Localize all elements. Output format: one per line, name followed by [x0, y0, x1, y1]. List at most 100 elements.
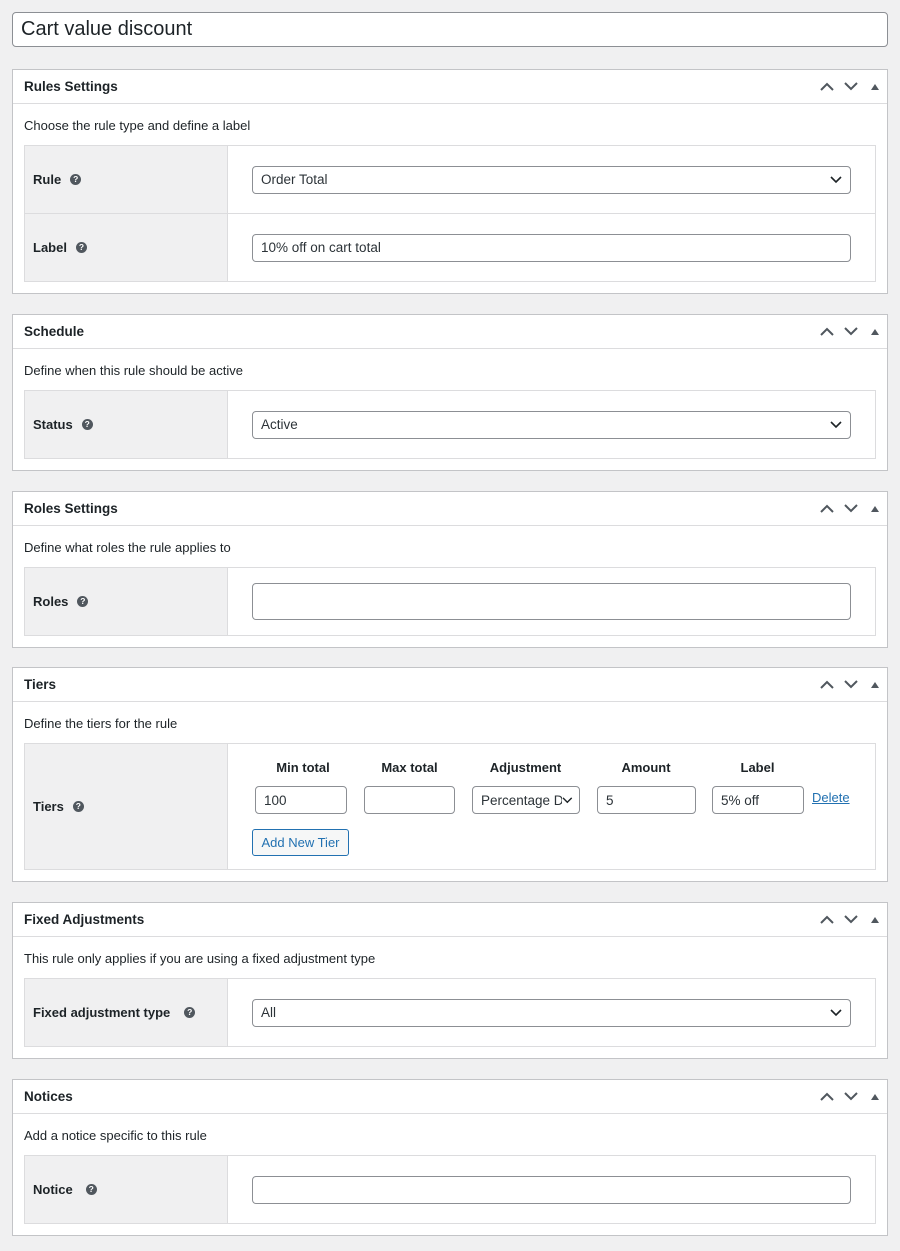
- panel-description: This rule only applies if you are using …: [24, 951, 376, 966]
- move-down-icon[interactable]: [839, 492, 863, 526]
- help-icon[interactable]: ?: [85, 1184, 97, 1195]
- amount-input[interactable]: 5: [597, 786, 696, 814]
- move-down-icon[interactable]: [839, 315, 863, 349]
- tier-table: Min total Max total Adjustment Amount La…: [228, 744, 875, 869]
- collapse-toggle-icon[interactable]: [863, 70, 887, 104]
- rule-row: Rule ? Order Total: [25, 146, 875, 214]
- column-header-amount: Amount: [621, 760, 671, 775]
- move-up-icon[interactable]: [815, 668, 839, 702]
- panel-title: Rules Settings: [24, 79, 118, 94]
- label-input[interactable]: 10% off on cart total: [252, 233, 851, 262]
- max-total-input[interactable]: [364, 786, 455, 814]
- chevron-down-icon: [562, 796, 573, 803]
- tiers-label: Tiers ?: [25, 744, 228, 869]
- panel-description: Define what roles the rule applies to: [24, 540, 231, 555]
- panel-title: Schedule: [24, 324, 85, 339]
- rules-settings-header: Rules Settings: [13, 70, 887, 104]
- move-up-icon[interactable]: [815, 903, 839, 937]
- panel-title: Fixed Adjustments: [24, 912, 145, 927]
- panel-description: Add a notice specific to this rule: [24, 1128, 207, 1143]
- chevron-down-icon: [830, 1008, 842, 1016]
- panel-title: Tiers: [24, 677, 57, 692]
- help-icon[interactable]: ?: [77, 596, 89, 607]
- fixed-adjustments-panel: Fixed Adjustments This rule only applies…: [12, 902, 888, 1059]
- select-value: Order Total: [261, 172, 328, 187]
- adjustment-select[interactable]: Percentage D: [472, 786, 580, 814]
- status-row: Status ? Active: [25, 391, 875, 458]
- add-new-tier-button[interactable]: Add New Tier: [252, 829, 349, 856]
- column-header-adjustment: Adjustment: [489, 760, 562, 775]
- select-value: All: [261, 1005, 277, 1020]
- notices-panel: Notices Add a notice specific to this ru…: [12, 1079, 888, 1236]
- move-up-icon[interactable]: [815, 1080, 839, 1114]
- panel-handles: [815, 492, 887, 526]
- rule-title-input[interactable]: Cart value discount: [12, 12, 888, 47]
- collapse-toggle-icon[interactable]: [863, 492, 887, 526]
- notices-header: Notices: [13, 1080, 887, 1114]
- form-table: Roles ?: [24, 567, 876, 636]
- delete-tier-link[interactable]: Delete: [812, 790, 850, 805]
- field-label: Tiers: [33, 799, 64, 814]
- status-label: Status ?: [25, 391, 228, 458]
- panel-handles: [815, 315, 887, 349]
- roles-row: Roles ?: [25, 568, 875, 635]
- collapse-toggle-icon[interactable]: [863, 903, 887, 937]
- move-up-icon[interactable]: [815, 70, 839, 104]
- move-down-icon[interactable]: [839, 70, 863, 104]
- notice-input[interactable]: [252, 1175, 851, 1204]
- field-label: Notice: [33, 1182, 73, 1197]
- field-label: Label: [33, 240, 67, 255]
- fixed-adjustments-header: Fixed Adjustments: [13, 903, 887, 937]
- column-header-max-total: Max total: [381, 760, 438, 775]
- form-table: Fixed adjustment type ? All: [24, 978, 876, 1047]
- move-up-icon[interactable]: [815, 492, 839, 526]
- label-row: Label ? 10% off on cart total: [25, 214, 875, 281]
- field-label: Status: [33, 417, 73, 432]
- fixed-adjustment-type-label: Fixed adjustment type ?: [25, 979, 228, 1046]
- rules-settings-panel: Rules Settings Choose the rule type and …: [12, 69, 888, 294]
- collapse-toggle-icon[interactable]: [863, 668, 887, 702]
- chevron-down-icon: [830, 175, 842, 183]
- form-table: Tiers ? Min total Max total Adjustment A…: [24, 743, 876, 870]
- panel-handles: [815, 903, 887, 937]
- tiers-row: Tiers ? Min total Max total Adjustment A…: [25, 744, 875, 869]
- help-icon[interactable]: ?: [184, 1007, 196, 1018]
- fixed-adjustment-type-row: Fixed adjustment type ? All: [25, 979, 875, 1046]
- form-table: Notice ?: [24, 1155, 876, 1224]
- help-icon[interactable]: ?: [81, 419, 93, 430]
- schedule-panel: Schedule Define when this rule should be…: [12, 314, 888, 471]
- collapse-toggle-icon[interactable]: [863, 315, 887, 349]
- tiers-panel: Tiers Define the tiers for the rule Tier…: [12, 667, 888, 882]
- panel-handles: [815, 1080, 887, 1114]
- roles-settings-panel: Roles Settings Define what roles the rul…: [12, 491, 888, 648]
- help-icon[interactable]: ?: [72, 801, 84, 812]
- tier-label-input[interactable]: 5% off: [712, 786, 804, 814]
- move-down-icon[interactable]: [839, 668, 863, 702]
- move-down-icon[interactable]: [839, 903, 863, 937]
- move-up-icon[interactable]: [815, 315, 839, 349]
- label-label: Label ?: [25, 214, 228, 281]
- roles-label: Roles ?: [25, 568, 228, 635]
- column-header-min-total: Min total: [276, 760, 330, 775]
- panel-title: Notices: [24, 1089, 73, 1104]
- field-label: Rule: [33, 172, 62, 187]
- help-icon[interactable]: ?: [75, 242, 87, 253]
- panel-title: Roles Settings: [24, 501, 118, 516]
- panel-handles: [815, 70, 887, 104]
- column-header-label: Label: [740, 760, 775, 775]
- min-total-input[interactable]: 100: [255, 786, 347, 814]
- help-icon[interactable]: ?: [70, 174, 82, 185]
- rule-select[interactable]: Order Total: [252, 165, 851, 194]
- form-table: Rule ? Order Total Label ? 10% off on ca…: [24, 145, 876, 282]
- roles-multiselect[interactable]: [252, 583, 851, 620]
- roles-settings-header: Roles Settings: [13, 492, 887, 526]
- move-down-icon[interactable]: [839, 1080, 863, 1114]
- panel-description: Define the tiers for the rule: [24, 716, 178, 731]
- fixed-adjustment-type-select[interactable]: All: [252, 998, 851, 1027]
- collapse-toggle-icon[interactable]: [863, 1080, 887, 1114]
- chevron-down-icon: [830, 420, 842, 428]
- panel-description: Define when this rule should be active: [24, 363, 243, 378]
- tiers-header: Tiers: [13, 668, 887, 702]
- schedule-header: Schedule: [13, 315, 887, 349]
- status-select[interactable]: Active: [252, 410, 851, 439]
